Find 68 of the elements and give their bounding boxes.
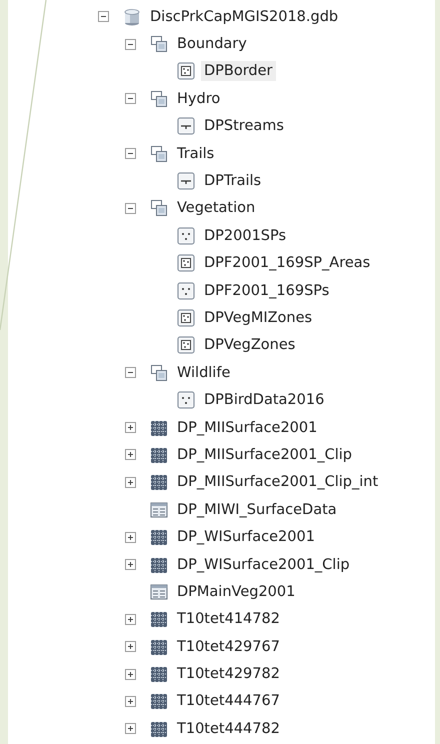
tree-item[interactable]: DPF2001_169SP_Areas — [201, 253, 374, 274]
dotted-square-icon — [177, 308, 195, 327]
tree-item[interactable]: T10tet414782 — [174, 609, 283, 630]
database-icon — [123, 8, 141, 26]
expand-button[interactable] — [125, 641, 136, 652]
tree-item[interactable]: Vegetation — [174, 198, 258, 218]
dots-icon — [177, 226, 195, 245]
grid-icon — [150, 665, 168, 684]
tree-item[interactable]: DPBirdData2016 — [201, 390, 328, 410]
collapse-button[interactable] — [125, 367, 136, 378]
dotted-square-icon — [177, 254, 195, 272]
tree-item[interactable]: DP_WISurface2001 — [174, 527, 318, 548]
tree-item[interactable]: DPTrails — [201, 171, 264, 192]
grid-icon — [150, 720, 168, 738]
grid-icon — [150, 610, 168, 628]
tree-item[interactable]: DP2001SPs — [201, 226, 290, 246]
tree-item[interactable]: Trails — [174, 144, 218, 164]
collapse-button[interactable] — [125, 202, 136, 214]
tree-item[interactable]: Hydro — [174, 88, 224, 109]
tree-item[interactable]: DPMainVeg2001 — [174, 582, 298, 602]
dotted-square-icon — [177, 62, 195, 80]
tree-item[interactable]: DPVegZones — [201, 335, 298, 356]
stacked-squares-icon — [150, 90, 168, 108]
tree-item[interactable]: Boundary — [174, 34, 250, 54]
tree-item[interactable]: DP_MIWI_SurfaceData — [174, 500, 340, 520]
grid-icon — [150, 446, 168, 464]
dots-icon — [177, 391, 195, 410]
expand-button[interactable] — [125, 449, 136, 460]
collapse-button[interactable] — [98, 11, 109, 22]
expand-button[interactable] — [125, 532, 136, 543]
tree-item[interactable]: T10tet444782 — [174, 718, 283, 739]
expand-button[interactable] — [125, 422, 136, 434]
expand-button[interactable] — [125, 476, 136, 488]
table-icon — [150, 582, 168, 601]
tree-item[interactable]: DPBorder — [201, 61, 276, 82]
tree-item[interactable]: DP_MIISurface2001 — [174, 418, 320, 438]
grid-icon — [150, 473, 168, 492]
tree-item[interactable]: DPF2001_169SPs — [201, 280, 332, 301]
grid-icon — [150, 418, 168, 437]
stacked-squares-icon — [150, 364, 168, 382]
tree-item[interactable]: T10tet429782 — [174, 664, 283, 684]
expand-button[interactable] — [125, 696, 136, 707]
tree-item[interactable]: Wildlife — [174, 362, 234, 383]
expand-button[interactable] — [125, 559, 136, 570]
tree-item[interactable]: DP_MIISurface2001_Clip — [174, 444, 355, 465]
expand-button[interactable] — [125, 668, 136, 680]
tree-item[interactable]: DP_WISurface2001_Clip — [174, 554, 353, 574]
tree-item[interactable]: DPStreams — [201, 116, 287, 136]
expand-button[interactable] — [125, 723, 136, 734]
grid-icon — [150, 638, 168, 656]
tree-item[interactable]: DP_MIISurface2001_Clip_int — [174, 472, 382, 492]
tree-item[interactable]: DPVegMIZones — [201, 308, 316, 328]
table-icon — [150, 500, 168, 519]
collapse-button[interactable] — [125, 93, 136, 104]
grid-icon — [150, 528, 168, 546]
stacked-squares-icon — [150, 144, 168, 163]
tree-item[interactable]: T10tet429767 — [174, 636, 283, 657]
collapse-button[interactable] — [125, 148, 136, 160]
dots-icon — [177, 282, 195, 300]
dotted-square-icon — [177, 336, 195, 354]
stacked-squares-icon — [150, 35, 168, 54]
collapse-button[interactable] — [125, 38, 136, 50]
tree-item[interactable]: T10tet444767 — [174, 691, 283, 712]
grid-icon — [150, 556, 168, 574]
stacked-squares-icon — [150, 199, 168, 218]
expand-button[interactable] — [125, 614, 136, 625]
grid-icon — [150, 692, 168, 710]
tree-item[interactable]: DiscPrkCapMGIS2018.gdb — [147, 6, 342, 27]
